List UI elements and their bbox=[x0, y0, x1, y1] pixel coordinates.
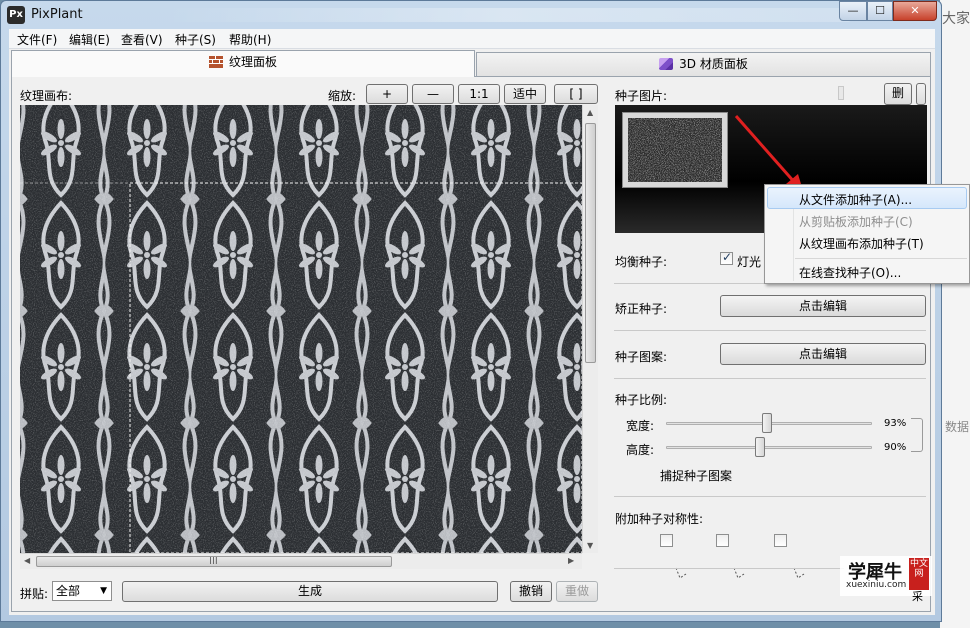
menu-find-seed-online[interactable]: 在线查找种子(O)... bbox=[799, 264, 901, 281]
tile-select[interactable]: 全部 ▼ bbox=[52, 581, 112, 601]
divider bbox=[614, 330, 926, 331]
seed-pattern-label: 种子图案: bbox=[615, 350, 668, 364]
ratio-link-icon[interactable] bbox=[911, 418, 923, 452]
menu-help[interactable]: 帮助(H) bbox=[225, 31, 275, 48]
zoom-frame-button[interactable]: [ ] bbox=[554, 84, 598, 104]
menu-add-seed-from-canvas[interactable]: 从纹理画布添加种子(T) bbox=[799, 235, 924, 252]
pattern-edit-button[interactable]: 点击编辑 bbox=[720, 343, 926, 365]
menu-edit[interactable]: 编辑(E) bbox=[65, 31, 114, 48]
balance-seed-label: 均衡种子: bbox=[615, 255, 668, 269]
truncated-button-text: 采 bbox=[912, 590, 923, 603]
brick-icon bbox=[208, 56, 223, 68]
zoom-in-button[interactable]: + bbox=[366, 84, 408, 104]
width-slider-thumb[interactable] bbox=[761, 413, 772, 433]
symmetry-checkbox[interactable] bbox=[660, 534, 673, 547]
background-text: 大家 bbox=[942, 11, 970, 27]
symmetry-checkbox[interactable] bbox=[716, 534, 729, 547]
vertical-scroll-thumb[interactable] bbox=[585, 123, 596, 363]
menu-seed[interactable]: 种子(S) bbox=[171, 31, 220, 48]
straighten-edit-button[interactable]: 点击编辑 bbox=[720, 295, 926, 317]
tab-texture-panel[interactable]: 纹理面板 bbox=[11, 50, 475, 77]
straighten-seed-label: 矫正种子: bbox=[615, 302, 668, 316]
zoom-fit-button[interactable]: 适中 bbox=[504, 84, 546, 104]
menu-view[interactable]: 查看(V) bbox=[117, 31, 167, 48]
tab-label: 3D 材质面板 bbox=[679, 57, 748, 71]
light-checkbox[interactable] bbox=[720, 250, 733, 265]
texture-pattern bbox=[20, 105, 582, 553]
divider bbox=[614, 378, 926, 379]
seed-thumbnail[interactable] bbox=[622, 112, 728, 188]
symmetry-checkbox[interactable] bbox=[774, 534, 787, 547]
undo-button[interactable]: 撤销 bbox=[510, 581, 552, 602]
menu-add-seed-from-clipboard[interactable]: 从剪贴板添加种子(C) bbox=[799, 213, 913, 230]
cube-icon bbox=[659, 58, 674, 70]
chevron-down-icon: ▼ bbox=[100, 586, 107, 596]
tile-label: 拼贴: bbox=[20, 587, 49, 601]
canvas-horizontal-scrollbar[interactable]: ◀ III ▶ bbox=[20, 553, 582, 569]
canvas-label: 纹理画布: bbox=[20, 89, 73, 103]
seed-more-button[interactable] bbox=[916, 83, 926, 105]
scroll-right-icon[interactable]: ▶ bbox=[568, 556, 574, 565]
maximize-button[interactable]: ☐ bbox=[867, 1, 893, 21]
divider bbox=[614, 496, 926, 497]
seed-ratio-label: 种子比例: bbox=[615, 393, 668, 407]
width-label: 宽度: bbox=[626, 419, 655, 433]
symmetry-label: 附加种子对称性: bbox=[615, 512, 704, 526]
menu-file[interactable]: 文件(F) bbox=[13, 31, 61, 48]
height-label: 高度: bbox=[626, 443, 655, 457]
tab-label: 纹理面板 bbox=[228, 55, 277, 69]
canvas-vertical-scrollbar[interactable]: ▲ ▼ bbox=[582, 105, 598, 553]
capture-seed-label: 捕捉种子图案 bbox=[660, 469, 733, 483]
background-text: 数据 bbox=[945, 420, 970, 434]
scroll-up-icon[interactable]: ▲ bbox=[587, 108, 593, 117]
thumb-grip: III bbox=[209, 556, 218, 567]
divider bbox=[614, 568, 844, 569]
background-page bbox=[940, 0, 970, 628]
watermark-seal: 中文网 bbox=[909, 558, 929, 590]
zoom-actual-button[interactable]: 1:1 bbox=[458, 84, 500, 104]
seed-context-menu: 从文件添加种子(A)... 从剪贴板添加种子(C) 从纹理画布添加种子(T) 在… bbox=[764, 184, 970, 284]
redo-button[interactable]: 重做 bbox=[556, 581, 598, 602]
height-slider-thumb[interactable] bbox=[754, 437, 765, 457]
tab-3d-material-panel[interactable]: 3D 材质面板 bbox=[476, 52, 931, 76]
tile-select-value: 全部 bbox=[56, 584, 81, 598]
generate-button[interactable]: 生成 bbox=[122, 581, 498, 602]
watermark-url: xuexiniu.com bbox=[846, 580, 907, 590]
blurred-caption bbox=[161, 8, 851, 22]
scroll-down-icon[interactable]: ▼ bbox=[587, 541, 593, 550]
height-value: 90% bbox=[884, 442, 907, 453]
close-button[interactable]: ✕ bbox=[893, 1, 937, 21]
delete-seed-button[interactable]: 删 bbox=[884, 83, 912, 105]
light-label: 灯光 bbox=[737, 255, 762, 269]
title-bar[interactable]: Px PixPlant — ☐ ✕ bbox=[1, 1, 941, 29]
menu-divider bbox=[795, 258, 967, 259]
seed-texture bbox=[628, 118, 722, 182]
horizontal-scroll-thumb[interactable]: III bbox=[36, 556, 392, 567]
width-value: 93% bbox=[884, 418, 907, 429]
seed-image-label: 种子图片: bbox=[615, 89, 668, 103]
seed-splitter[interactable] bbox=[838, 86, 844, 100]
height-slider-track[interactable] bbox=[666, 446, 872, 449]
menu-add-seed-from-file[interactable]: 从文件添加种子(A)... bbox=[799, 191, 912, 208]
window-title: PixPlant bbox=[31, 7, 83, 22]
scroll-left-icon[interactable]: ◀ bbox=[24, 556, 30, 565]
zoom-label: 缩放: bbox=[328, 89, 357, 103]
app-logo-icon: Px bbox=[7, 6, 25, 24]
zoom-out-button[interactable]: — bbox=[412, 84, 454, 104]
texture-canvas[interactable] bbox=[20, 105, 582, 553]
minimize-button[interactable]: — bbox=[839, 1, 867, 21]
menu-bar: 文件(F) 编辑(E) 查看(V) 种子(S) 帮助(H) bbox=[9, 29, 935, 49]
